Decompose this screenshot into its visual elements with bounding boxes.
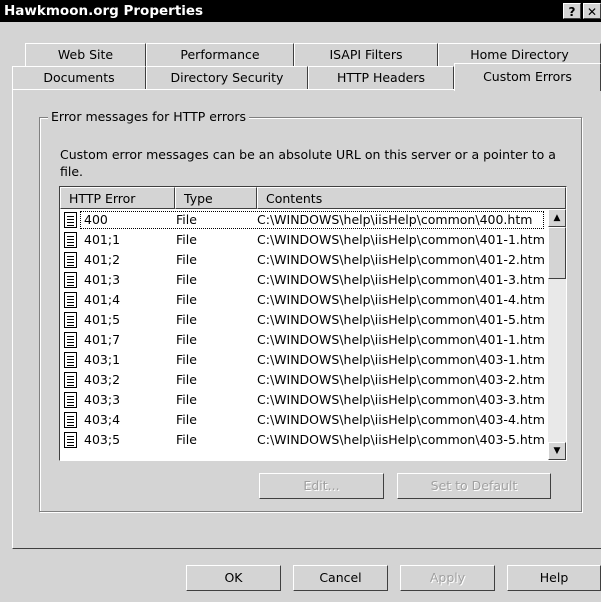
cell-error: 403;5: [84, 432, 121, 447]
document-icon: [64, 392, 77, 408]
cell-type: File: [176, 432, 197, 447]
cell-contents: C:\WINDOWS\help\iisHelp\common\401-1.htm: [257, 232, 545, 247]
table-row[interactable]: 403;2 File C:\WINDOWS\help\iisHelp\common\…: [60, 370, 548, 390]
cell-contents: C:\WINDOWS\help\iisHelp\common\403-5.htm: [257, 432, 545, 447]
table-row[interactable]: 401;7 File C:\WINDOWS\help\iisHelp\common\…: [60, 330, 548, 350]
cell-contents: C:\WINDOWS\help\iisHelp\common\403-4.htm: [257, 412, 545, 427]
cell-error: 403;4: [84, 412, 121, 427]
cell-type: File: [176, 272, 197, 287]
cell-error: 401;4: [84, 292, 121, 307]
cell-type: File: [176, 292, 197, 307]
http-errors-list[interactable]: HTTP Error Type Contents 400 File C:\WINDO…: [59, 186, 567, 461]
document-icon: [64, 312, 77, 328]
tab-directory-security[interactable]: Directory Security: [146, 66, 308, 89]
column-header-http-error[interactable]: HTTP Error: [60, 187, 175, 209]
cell-type: File: [176, 392, 197, 407]
cell-error: 403;2: [84, 372, 121, 387]
scroll-down-icon[interactable]: ▼: [548, 442, 566, 460]
table-row[interactable]: 401;1 File C:\WINDOWS\help\iisHelp\common\…: [60, 230, 548, 250]
help-button[interactable]: Help: [507, 565, 601, 591]
tab-documents[interactable]: Documents: [12, 66, 146, 89]
cell-contents: C:\WINDOWS\help\iisHelp\common\401-1.htm: [257, 332, 545, 347]
document-icon: [64, 292, 77, 308]
table-row[interactable]: 401;3 File C:\WINDOWS\help\iisHelp\common\…: [60, 270, 548, 290]
set-to-default-button[interactable]: Set to Default: [397, 473, 551, 499]
edit-button[interactable]: Edit...: [259, 473, 384, 499]
scroll-up-icon[interactable]: ▲: [548, 209, 566, 227]
document-icon: [64, 252, 77, 268]
document-icon: [64, 412, 77, 428]
document-icon: [64, 432, 77, 448]
cell-type: File: [176, 412, 197, 427]
tab-web-site[interactable]: Web Site: [25, 43, 146, 66]
cell-error: 403;1: [84, 352, 121, 367]
document-icon: [64, 272, 77, 288]
cell-contents: C:\WINDOWS\help\iisHelp\common\403-2.htm: [257, 372, 545, 387]
tab-performance[interactable]: Performance: [146, 43, 294, 66]
tab-custom-errors[interactable]: Custom Errors: [454, 63, 601, 91]
cell-error: 401;3: [84, 272, 121, 287]
title-bar[interactable]: Hawkmoon.org Properties ? ✕: [0, 0, 601, 22]
table-row[interactable]: 403;3 File C:\WINDOWS\help\iisHelp\common\…: [60, 390, 548, 410]
table-row[interactable]: 403;4 File C:\WINDOWS\help\iisHelp\common\…: [60, 410, 548, 430]
cell-type: File: [176, 372, 197, 387]
cell-type: File: [176, 312, 197, 327]
cell-contents: C:\WINDOWS\help\iisHelp\common\403-3.htm: [257, 392, 545, 407]
cell-error: 401;7: [84, 332, 121, 347]
document-icon: [64, 232, 77, 248]
apply-button[interactable]: Apply: [400, 565, 495, 591]
vertical-scrollbar[interactable]: ▲ ▼: [548, 209, 566, 460]
close-icon[interactable]: ✕: [583, 3, 601, 19]
tab-isapi-filters[interactable]: ISAPI Filters: [294, 43, 438, 66]
column-header-contents[interactable]: Contents: [257, 187, 566, 209]
cell-type: File: [176, 332, 197, 347]
document-icon: [64, 372, 77, 388]
focus-rect: [80, 211, 544, 229]
cancel-button[interactable]: Cancel: [293, 565, 388, 591]
group-label: Error messages for HTTP errors: [48, 109, 250, 124]
table-row[interactable]: 401;5 File C:\WINDOWS\help\iisHelp\common\…: [60, 310, 548, 330]
document-icon: [64, 352, 77, 368]
cell-type: File: [176, 252, 197, 267]
description-text: Custom error messages can be an absolute…: [60, 147, 556, 179]
cell-contents: C:\WINDOWS\help\iisHelp\common\401-5.htm: [257, 312, 545, 327]
document-icon: [64, 332, 77, 348]
cell-error: 403;3: [84, 392, 121, 407]
cell-contents: C:\WINDOWS\help\iisHelp\common\401-3.htm: [257, 272, 545, 287]
cell-type: File: [176, 352, 197, 367]
cell-error: 401;1: [84, 232, 121, 247]
cell-error: 401;2: [84, 252, 121, 267]
table-row[interactable]: 403;5 File C:\WINDOWS\help\iisHelp\common\…: [60, 430, 548, 450]
table-row[interactable]: 400 File C:\WINDOWS\help\iisHelp\common\40…: [60, 210, 548, 230]
cell-error: 401;5: [84, 312, 121, 327]
column-header-type[interactable]: Type: [175, 187, 257, 209]
cell-contents: C:\WINDOWS\help\iisHelp\common\403-1.htm: [257, 352, 545, 367]
cell-contents: C:\WINDOWS\help\iisHelp\common\401-2.htm: [257, 252, 545, 267]
scroll-thumb[interactable]: [548, 227, 566, 279]
ok-button[interactable]: OK: [186, 565, 281, 591]
table-row[interactable]: 401;4 File C:\WINDOWS\help\iisHelp\common\…: [60, 290, 548, 310]
help-icon[interactable]: ?: [563, 3, 581, 19]
table-row[interactable]: 403;1 File C:\WINDOWS\help\iisHelp\common\…: [60, 350, 548, 370]
table-row[interactable]: 401;2 File C:\WINDOWS\help\iisHelp\common\…: [60, 250, 548, 270]
cell-type: File: [176, 232, 197, 247]
tab-http-headers[interactable]: HTTP Headers: [308, 66, 454, 89]
cell-contents: C:\WINDOWS\help\iisHelp\common\401-4.htm: [257, 292, 545, 307]
window-title: Hawkmoon.org Properties: [4, 3, 204, 19]
document-icon: [64, 212, 77, 228]
